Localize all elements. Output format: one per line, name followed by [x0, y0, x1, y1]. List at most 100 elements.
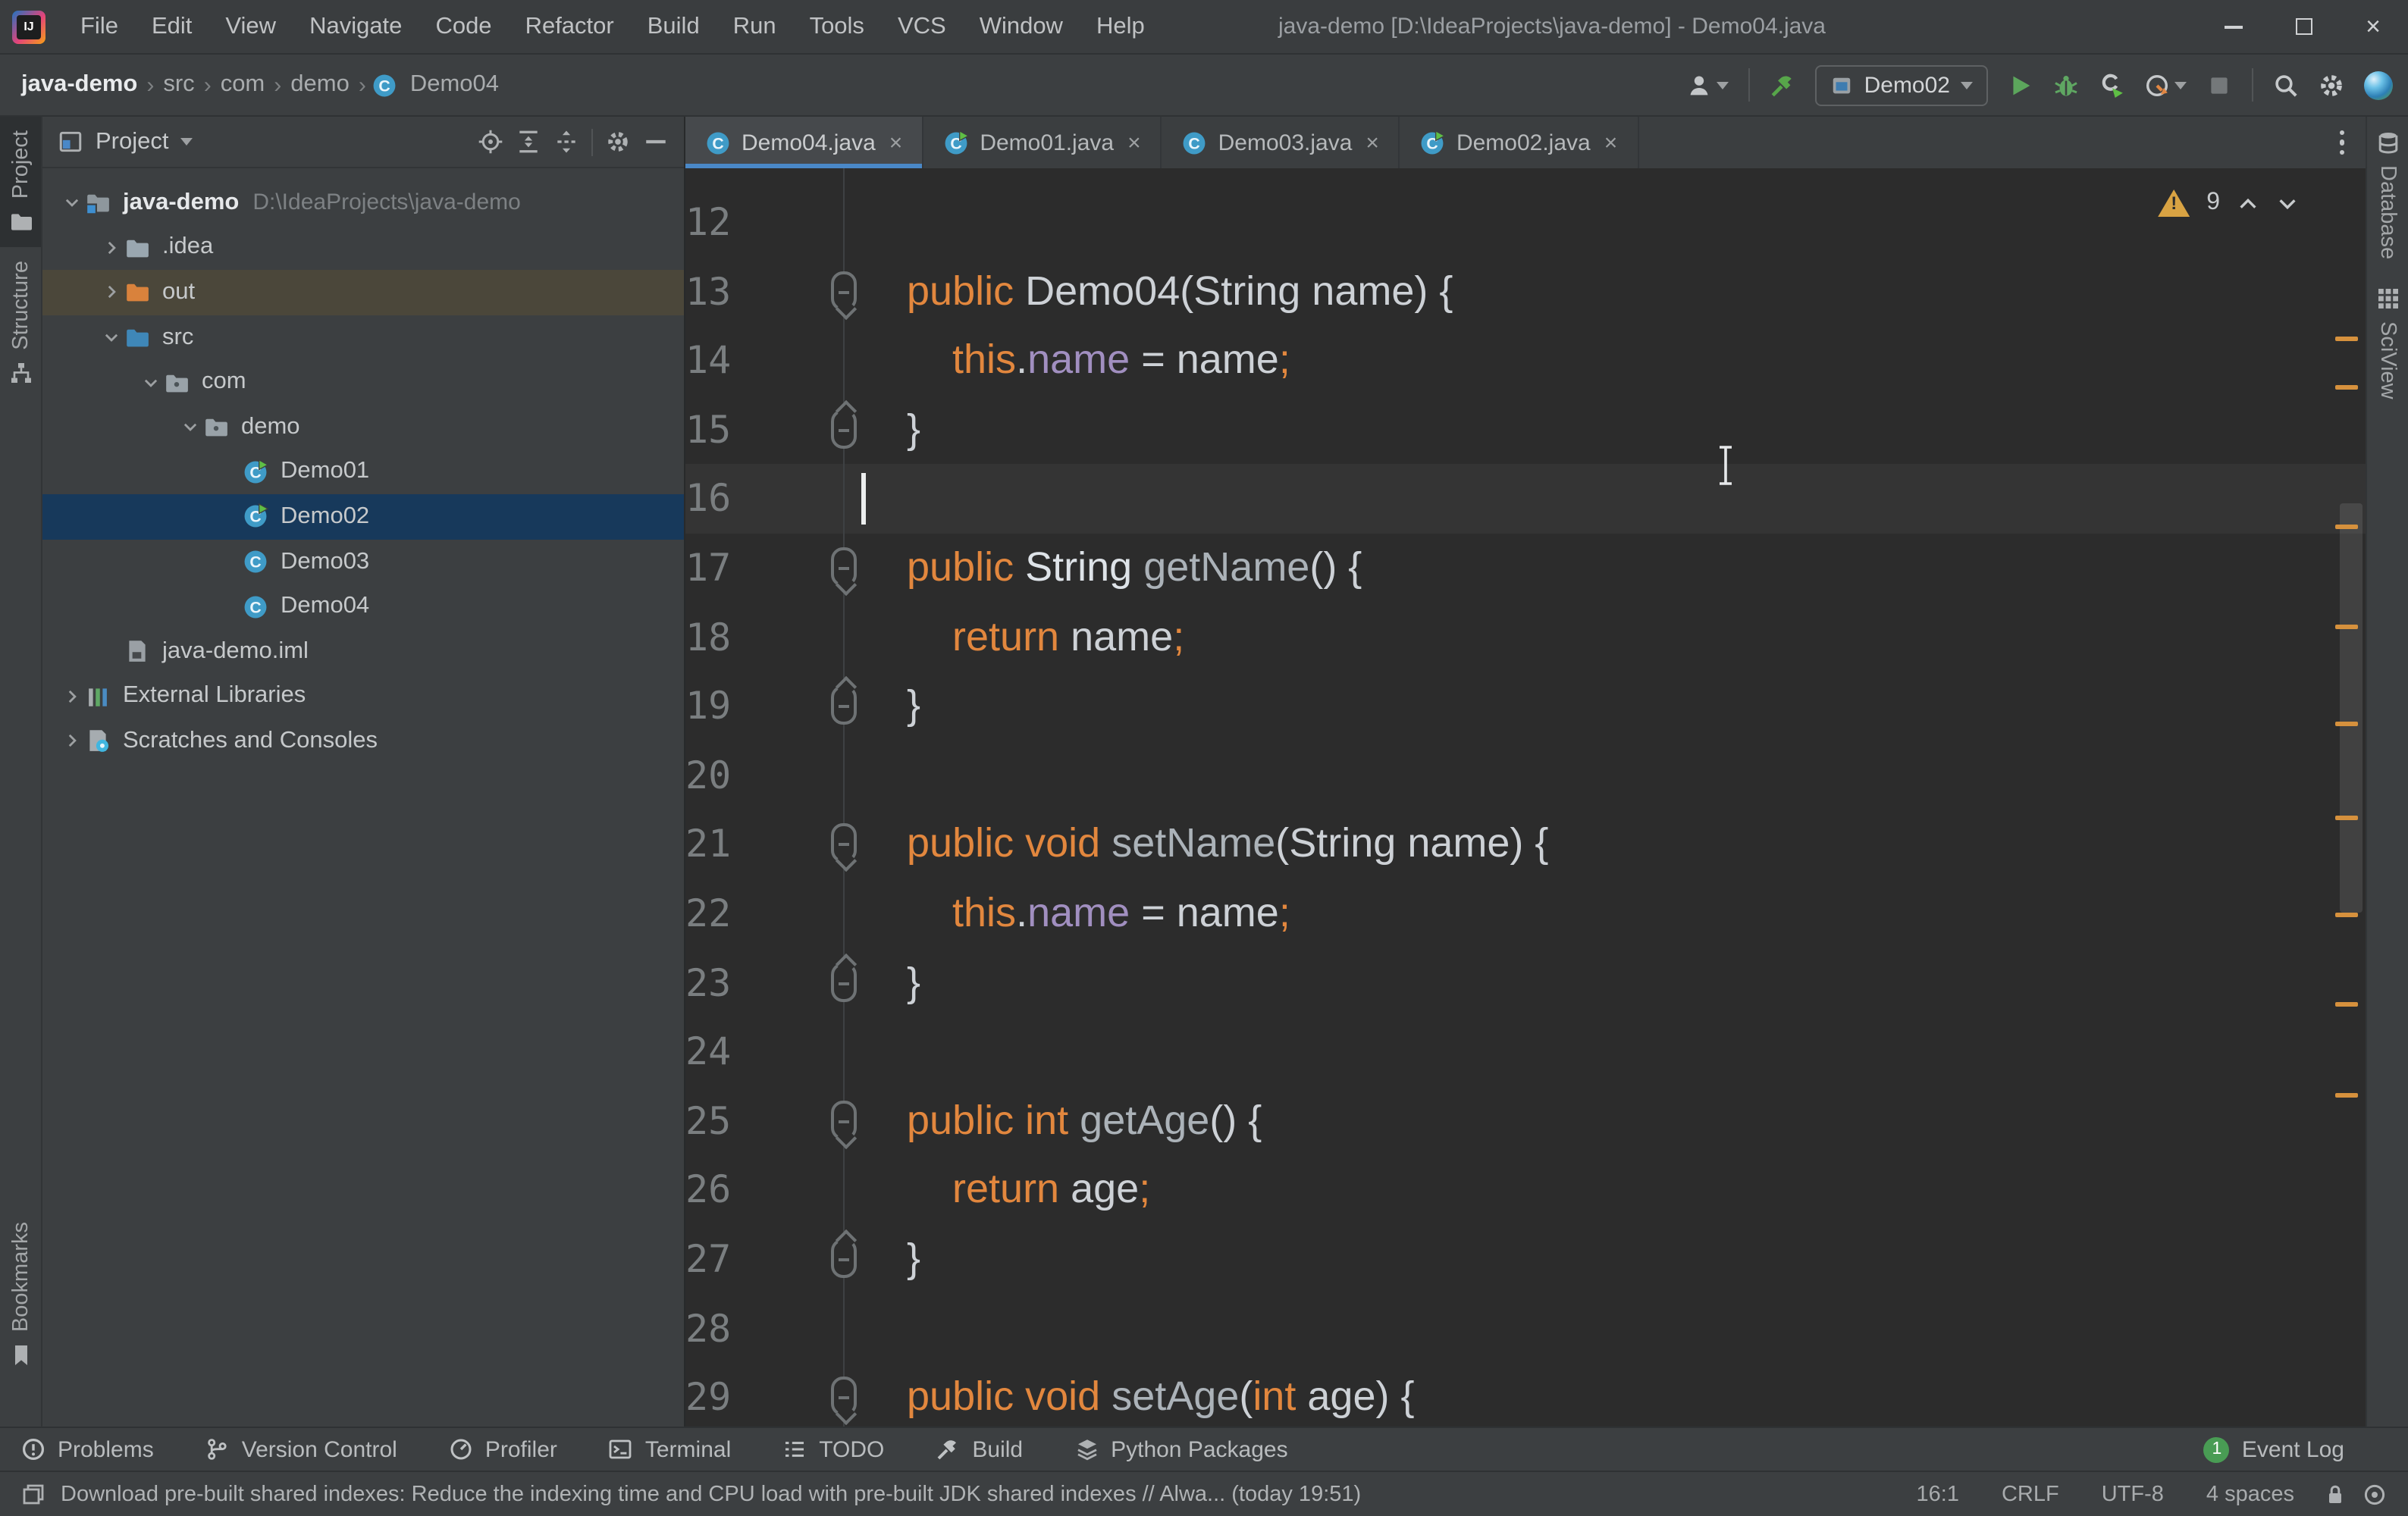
- chevron-down-icon[interactable]: [58, 191, 85, 215]
- code-line-15[interactable]: 15 }: [685, 396, 2366, 465]
- tool-windows-toggle-icon[interactable]: [21, 1482, 45, 1506]
- tab-close-icon[interactable]: ×: [1604, 130, 1618, 155]
- warning-stripe-mark[interactable]: [2335, 525, 2358, 529]
- tab-close-icon[interactable]: ×: [1127, 130, 1141, 155]
- tool-button-terminal[interactable]: Terminal: [609, 1436, 731, 1462]
- breadcrumb-item-com[interactable]: com: [215, 71, 271, 99]
- user-profile-button[interactable]: [1687, 72, 1729, 98]
- fold-marker-icon[interactable]: [831, 1239, 857, 1278]
- menu-help[interactable]: Help: [1080, 0, 1162, 54]
- code-line-18[interactable]: 18 return name;: [685, 603, 2366, 672]
- fold-marker-icon[interactable]: [831, 685, 857, 725]
- tab-demo04-java[interactable]: CDemo04.java×: [685, 117, 923, 168]
- line-number[interactable]: 28: [685, 1294, 731, 1363]
- tree-item--idea[interactable]: .idea: [42, 225, 684, 270]
- tool-button-build[interactable]: Build: [936, 1436, 1023, 1462]
- line-separator[interactable]: CRLF: [1988, 1482, 2073, 1506]
- code-line-19[interactable]: 19 }: [685, 672, 2366, 741]
- file-encoding[interactable]: UTF-8: [2088, 1482, 2178, 1506]
- chevron-down-icon[interactable]: [181, 138, 193, 146]
- tab-options-icon[interactable]: [2318, 117, 2366, 168]
- fold-marker-icon[interactable]: [831, 1100, 857, 1139]
- fold-marker-icon[interactable]: [831, 962, 857, 1001]
- maximize-button[interactable]: [2268, 0, 2338, 54]
- warning-stripe-mark[interactable]: [2335, 913, 2358, 917]
- menu-file[interactable]: File: [64, 0, 135, 54]
- tree-item-out[interactable]: out: [42, 270, 684, 315]
- menu-view[interactable]: View: [209, 0, 293, 54]
- line-number[interactable]: 13: [685, 257, 731, 326]
- code-line-21[interactable]: 21 public void setName(String name) {: [685, 810, 2366, 879]
- stripe-button-bookmarks[interactable]: Bookmarks: [0, 1209, 41, 1381]
- breadcrumb-item-java-demo[interactable]: java-demo: [15, 71, 143, 99]
- run-with-coverage-button[interactable]: [2099, 72, 2124, 98]
- tab-demo02-java[interactable]: CDemo02.java×: [1400, 117, 1638, 168]
- menu-vcs[interactable]: VCS: [881, 0, 963, 54]
- settings-button[interactable]: [2319, 72, 2344, 98]
- close-button[interactable]: ×: [2338, 0, 2408, 54]
- code-line-14[interactable]: 14 this.name = name;: [685, 326, 2366, 395]
- code-line-17[interactable]: 17 public String getName() {: [685, 534, 2366, 603]
- tree-item-java-demo[interactable]: java-demoD:\IdeaProjects\java-demo: [42, 180, 684, 225]
- line-number[interactable]: 24: [685, 1017, 731, 1086]
- stripe-button-database[interactable]: Database: [2367, 117, 2408, 273]
- code-line-12[interactable]: 12: [685, 188, 2366, 257]
- collapse-all-icon[interactable]: [516, 129, 541, 155]
- code-line-23[interactable]: 23 }: [685, 948, 2366, 1017]
- line-number[interactable]: 22: [685, 879, 731, 948]
- tree-item-demo04[interactable]: CDemo04: [42, 584, 684, 629]
- chevron-right-icon[interactable]: [58, 729, 85, 753]
- tab-demo03-java[interactable]: CDemo03.java×: [1162, 117, 1400, 168]
- fold-marker-icon[interactable]: [831, 547, 857, 587]
- breadcrumb-item-demo04[interactable]: Demo04: [404, 71, 505, 99]
- debug-button[interactable]: [2053, 72, 2079, 98]
- menu-tools[interactable]: Tools: [793, 0, 881, 54]
- editor-scrollbar[interactable]: [2332, 168, 2366, 1427]
- code-line-28[interactable]: 28: [685, 1294, 2366, 1363]
- run-button[interactable]: [2008, 72, 2033, 98]
- code-line-24[interactable]: 24: [685, 1017, 2366, 1086]
- line-number[interactable]: 23: [685, 948, 731, 1017]
- code-line-29[interactable]: 29 public void setAge(int age) {: [685, 1363, 2366, 1427]
- tree-item-com[interactable]: com: [42, 360, 684, 405]
- line-number[interactable]: 19: [685, 672, 731, 741]
- code-line-20[interactable]: 20: [685, 741, 2366, 810]
- line-number[interactable]: 29: [685, 1363, 731, 1427]
- stripe-button-sciview[interactable]: SciView: [2367, 273, 2408, 413]
- tool-button-python-packages[interactable]: Python Packages: [1074, 1436, 1288, 1462]
- tree-item-src[interactable]: src: [42, 315, 684, 360]
- tree-item-demo01[interactable]: CDemo01: [42, 449, 684, 494]
- code-line-27[interactable]: 27 }: [685, 1225, 2366, 1294]
- chevron-down-icon[interactable]: [176, 415, 203, 440]
- locate-file-icon[interactable]: [478, 129, 503, 155]
- fold-marker-icon[interactable]: [831, 1377, 857, 1416]
- run-configuration-select[interactable]: Demo02: [1816, 64, 1988, 105]
- fold-marker-icon[interactable]: [831, 409, 857, 449]
- tab-close-icon[interactable]: ×: [889, 130, 903, 155]
- menu-window[interactable]: Window: [963, 0, 1080, 54]
- tool-button-problems[interactable]: Problems: [21, 1436, 154, 1462]
- warning-stripe-mark[interactable]: [2335, 337, 2358, 341]
- line-number[interactable]: 16: [685, 465, 731, 534]
- line-number[interactable]: 14: [685, 326, 731, 395]
- line-number[interactable]: 25: [685, 1086, 731, 1155]
- code-line-13[interactable]: 13 public Demo04(String name) {: [685, 257, 2366, 326]
- tree-item-java-demo-iml[interactable]: java-demo.iml: [42, 629, 684, 674]
- caret-position[interactable]: 16:1: [1903, 1482, 1973, 1506]
- warning-stripe-mark[interactable]: [2335, 816, 2358, 820]
- chevron-down-icon[interactable]: [136, 370, 164, 394]
- warning-stripe-mark[interactable]: [2335, 625, 2358, 629]
- code-line-26[interactable]: 26 return age;: [685, 1156, 2366, 1225]
- fold-marker-icon[interactable]: [831, 271, 857, 310]
- ide-plugin-icon[interactable]: [2364, 70, 2393, 99]
- chevron-right-icon[interactable]: [58, 684, 85, 709]
- inspections-profile-icon[interactable]: [2363, 1482, 2387, 1506]
- code-line-25[interactable]: 25 public int getAge() {: [685, 1086, 2366, 1155]
- warning-stripe-mark[interactable]: [2335, 1002, 2358, 1007]
- tool-button-event-log[interactable]: 1Event Log: [2204, 1436, 2344, 1462]
- breadcrumb-item-src[interactable]: src: [157, 71, 200, 99]
- line-number[interactable]: 17: [685, 534, 731, 603]
- chevron-right-icon[interactable]: [97, 280, 124, 305]
- breadcrumb-item-demo[interactable]: demo: [284, 71, 356, 99]
- tab-close-icon[interactable]: ×: [1365, 130, 1379, 155]
